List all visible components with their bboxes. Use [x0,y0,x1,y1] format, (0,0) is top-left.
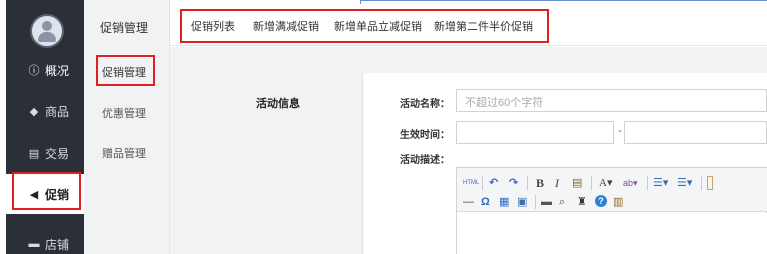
form-fields: 活动名称： 不超过60个字符 生效时间： - 活动描述： HTML ↶ ↷ B … [364,73,767,254]
tab-add-second-half-price[interactable]: 新增第二件半价促销 [434,18,533,34]
activity-description-label: 活动描述： [400,155,450,166]
top-divider [360,0,767,4]
divider-notch [360,0,364,4]
section-title: 活动信息 [256,98,300,110]
document-icon: ▤ [28,147,40,160]
time-separator: - [618,125,622,137]
sidebar-item-label: 商品 [45,104,70,119]
table-icon[interactable]: ▦ [499,195,509,209]
sidebar-item-products[interactable]: ◆ 商品 [6,91,84,131]
subnav-item-promotion-management[interactable]: 促销管理 [102,64,146,80]
tab-add-single-item-discount[interactable]: 新增单品立减促销 [334,18,422,34]
avatar-head [42,21,52,31]
tab-bar: 促销列表 新增满减促销 新增单品立减促销 新增第二件半价促销 [170,0,767,46]
toolbar-separator [647,176,648,190]
ordered-list-icon[interactable]: ☰▾ [653,176,668,190]
activity-name-input[interactable]: 不超过60个字符 [456,89,767,112]
insert-image-icon[interactable]: ▣ [517,195,527,209]
help-icon[interactable]: ? [595,195,607,207]
info-icon: ⓘ [28,65,40,77]
unordered-list-icon[interactable]: ☰▾ [677,176,692,190]
tag-icon: ◆ [29,105,39,118]
toolbar-separator [535,195,536,209]
font-color-icon[interactable]: A▾ [599,176,612,190]
editor-toolbar: HTML ↶ ↷ B I ▤ A▾ ab▾ ☰▾ ☰▾ — Ω ▦ ▣ ▬ ⌕ … [457,168,767,212]
editor-content-area[interactable] [457,213,767,254]
horizontal-rule-icon[interactable]: — [463,195,474,209]
main-sidebar: ⓘ 概况 ◆ 商品 ▤ 交易 ◀ 促销 ▬ 店铺 [0,0,84,254]
sidebar-item-label: 店铺 [45,237,70,252]
toolbar-separator [527,176,528,190]
bold-icon[interactable]: B [536,176,544,190]
activity-form-panel: 活动信息 活动名称： 不超过60个字符 生效时间： - 活动描述： HTML ↶… [198,73,767,254]
more-tools-icon[interactable] [707,176,713,190]
highlight-icon[interactable]: ab▾ [623,176,638,190]
print-icon[interactable]: ▬ [541,195,552,209]
rich-text-editor: HTML ↶ ↷ B I ▤ A▾ ab▾ ☰▾ ☰▾ — Ω ▦ ▣ ▬ ⌕ … [456,167,767,254]
toolbar-separator [591,176,592,190]
section-header-column: 活动信息 [198,73,363,254]
sidebar-item-label: 交易 [45,146,70,161]
avatar-body [38,32,56,42]
end-time-input[interactable] [624,121,767,144]
sidebar-item-transactions[interactable]: ▤ 交易 [6,133,84,173]
store-icon: ▬ [28,238,40,250]
italic-icon[interactable]: I [555,176,559,190]
template-icon[interactable]: ▥ [613,195,623,209]
toolbar-separator [701,176,702,190]
undo-icon[interactable]: ↶ [489,176,498,190]
highlight-box [12,172,81,210]
avatar[interactable] [30,14,64,48]
tab-add-full-reduction[interactable]: 新增满减促销 [253,18,319,34]
sidebar-item-overview[interactable]: ⓘ 概况 [6,50,84,90]
subnav-item-gift-management[interactable]: 赠品管理 [102,145,146,161]
activity-name-label: 活动名称： [400,99,450,110]
html-source-icon[interactable]: HTML [463,176,479,190]
sidebar-item-promotions[interactable]: ◀ 促销 [6,172,84,214]
sidebar-item-label: 概况 [45,63,70,78]
preview-icon[interactable]: ⌕ [559,195,565,209]
effective-time-label: 生效时间： [400,130,450,141]
find-icon[interactable]: ♜ [577,195,587,209]
redo-icon[interactable]: ↷ [509,176,518,190]
main-content: 活动信息 活动名称： 不超过60个字符 生效时间： - 活动描述： HTML ↶… [170,47,767,254]
sidebar-item-store[interactable]: ▬ 店铺 [6,224,84,254]
toolbar-separator [482,176,483,190]
special-char-icon[interactable]: Ω [481,195,490,209]
secondary-sidebar-title: 促销管理 [100,21,149,35]
tab-promotion-list[interactable]: 促销列表 [191,18,235,34]
start-time-input[interactable] [456,121,614,144]
paste-icon[interactable]: ▤ [572,176,582,190]
secondary-sidebar: 促销管理 促销管理 优惠管理 赠品管理 [84,0,170,254]
subnav-item-discount-management[interactable]: 优惠管理 [102,105,146,121]
